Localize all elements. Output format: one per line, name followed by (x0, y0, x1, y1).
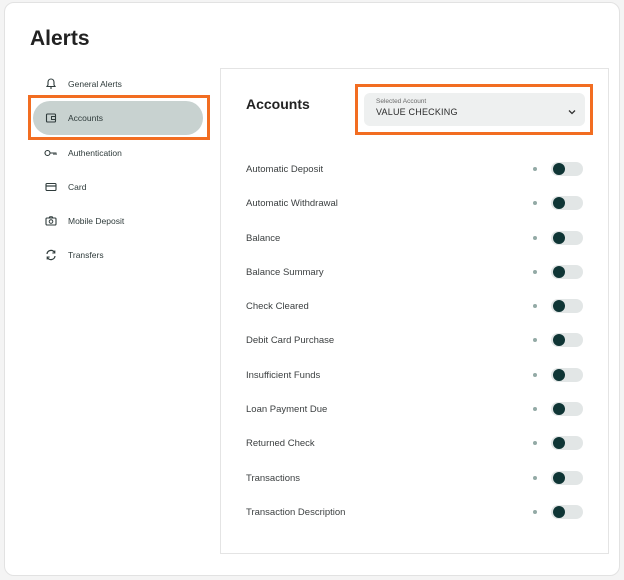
status-dot (533, 269, 537, 274)
account-select-value: VALUE CHECKING (376, 107, 458, 117)
account-select[interactable]: Selected Account VALUE CHECKING (364, 93, 585, 126)
alert-label: Returned Check (246, 438, 315, 450)
alert-label: Insufficient Funds (246, 369, 321, 381)
status-dot (533, 475, 537, 480)
alert-toggle[interactable] (551, 162, 583, 176)
status-dot (533, 167, 537, 171)
alert-label: Balance (246, 232, 281, 244)
alert-row-automatic-deposit: Automatic Deposit (221, 153, 610, 187)
camera-icon (44, 214, 58, 228)
sidebar-item-mobile-deposit[interactable]: Mobile Deposit (29, 204, 213, 238)
alert-toggle[interactable] (551, 470, 583, 485)
bell-icon (44, 77, 58, 91)
alert-toggle[interactable] (551, 436, 583, 451)
alerts-card: Alerts General Alerts Accounts Authentic… (4, 2, 620, 576)
alert-row-returned-check: Returned Check (221, 427, 610, 461)
alert-toggle[interactable] (551, 367, 583, 382)
alert-row-loan-payment-due: Loan Payment Due (221, 393, 610, 427)
sidebar-item-label: Mobile Deposit (68, 216, 125, 227)
alert-row-check-cleared: Check Cleared (221, 290, 610, 324)
alert-label: Balance Summary (246, 266, 324, 278)
toggle-knob (553, 231, 565, 244)
status-dot (533, 372, 537, 377)
alert-row-insufficient-funds: Insufficient Funds (221, 359, 610, 393)
toggle-knob (553, 265, 565, 278)
toggle-knob (553, 505, 565, 518)
sidebar-item-label: Transfers (68, 250, 104, 261)
status-dot (533, 407, 537, 412)
sidebar-item-card[interactable]: Card (29, 170, 213, 204)
status-dot (533, 338, 537, 343)
alert-label: Automatic Withdrawal (246, 198, 338, 210)
alert-label: Transaction Description (246, 506, 346, 518)
toggle-knob (553, 197, 565, 210)
status-dot (533, 201, 537, 206)
alert-row-balance: Balance (221, 222, 610, 256)
account-select-label: Selected Account (376, 98, 427, 105)
alert-label: Debit Card Purchase (246, 335, 335, 347)
alert-row-transaction-description: Transaction Description (221, 496, 610, 530)
transfer-arrows-icon (44, 248, 58, 262)
toggle-knob (553, 334, 565, 347)
alert-toggle[interactable] (551, 230, 583, 245)
alert-label: Loan Payment Due (246, 404, 328, 416)
toggle-knob (553, 300, 565, 313)
status-dot (533, 441, 537, 446)
sidebar-item-general-alerts[interactable]: General Alerts (29, 67, 213, 101)
alert-toggle[interactable] (551, 504, 583, 519)
alerts-panel: Accounts Selected Account VALUE CHECKING… (220, 68, 609, 554)
alert-label: Automatic Deposit (246, 164, 324, 175)
wallet-icon (44, 111, 58, 125)
alert-toggle[interactable] (551, 402, 583, 417)
status-dot (533, 509, 537, 514)
key-icon (44, 146, 58, 160)
status-dot (533, 304, 537, 309)
alert-toggle[interactable] (551, 333, 583, 348)
chevron-down-icon (567, 104, 577, 115)
alert-toggle[interactable] (551, 196, 583, 211)
toggle-knob (553, 437, 565, 450)
alert-row-debit-card-purchase: Debit Card Purchase (221, 324, 610, 358)
alert-list: Automatic Deposit Automatic Withdrawal B… (221, 153, 610, 530)
sidebar-item-accounts[interactable]: Accounts (33, 101, 203, 136)
sidebar-item-label: Authentication (68, 147, 122, 158)
alert-label: Check Cleared (246, 301, 309, 313)
alert-toggle[interactable] (551, 264, 583, 279)
alert-row-transactions: Transactions (221, 462, 610, 496)
sidebar-item-authentication[interactable]: Authentication (29, 136, 213, 170)
alerts-sidebar: General Alerts Accounts Authentication C… (28, 67, 213, 273)
panel-title: Accounts (246, 96, 310, 112)
alert-toggle[interactable] (551, 299, 583, 314)
alert-label: Transactions (246, 472, 301, 484)
account-select-highlight-box: Selected Account VALUE CHECKING (355, 84, 593, 135)
toggle-knob (553, 403, 565, 416)
alert-row-balance-summary: Balance Summary (221, 256, 610, 290)
sidebar-item-label: Card (68, 181, 87, 192)
toggle-knob (553, 368, 565, 381)
sidebar-item-label: General Alerts (68, 79, 122, 89)
status-dot (533, 235, 537, 240)
alert-row-automatic-withdrawal: Automatic Withdrawal (221, 187, 610, 221)
page-title: Alerts (30, 27, 90, 50)
toggle-knob (553, 471, 565, 484)
sidebar-item-transfers[interactable]: Transfers (29, 238, 213, 272)
credit-card-icon (44, 180, 58, 194)
sidebar-item-label: Accounts (68, 113, 103, 124)
toggle-knob (553, 163, 565, 175)
